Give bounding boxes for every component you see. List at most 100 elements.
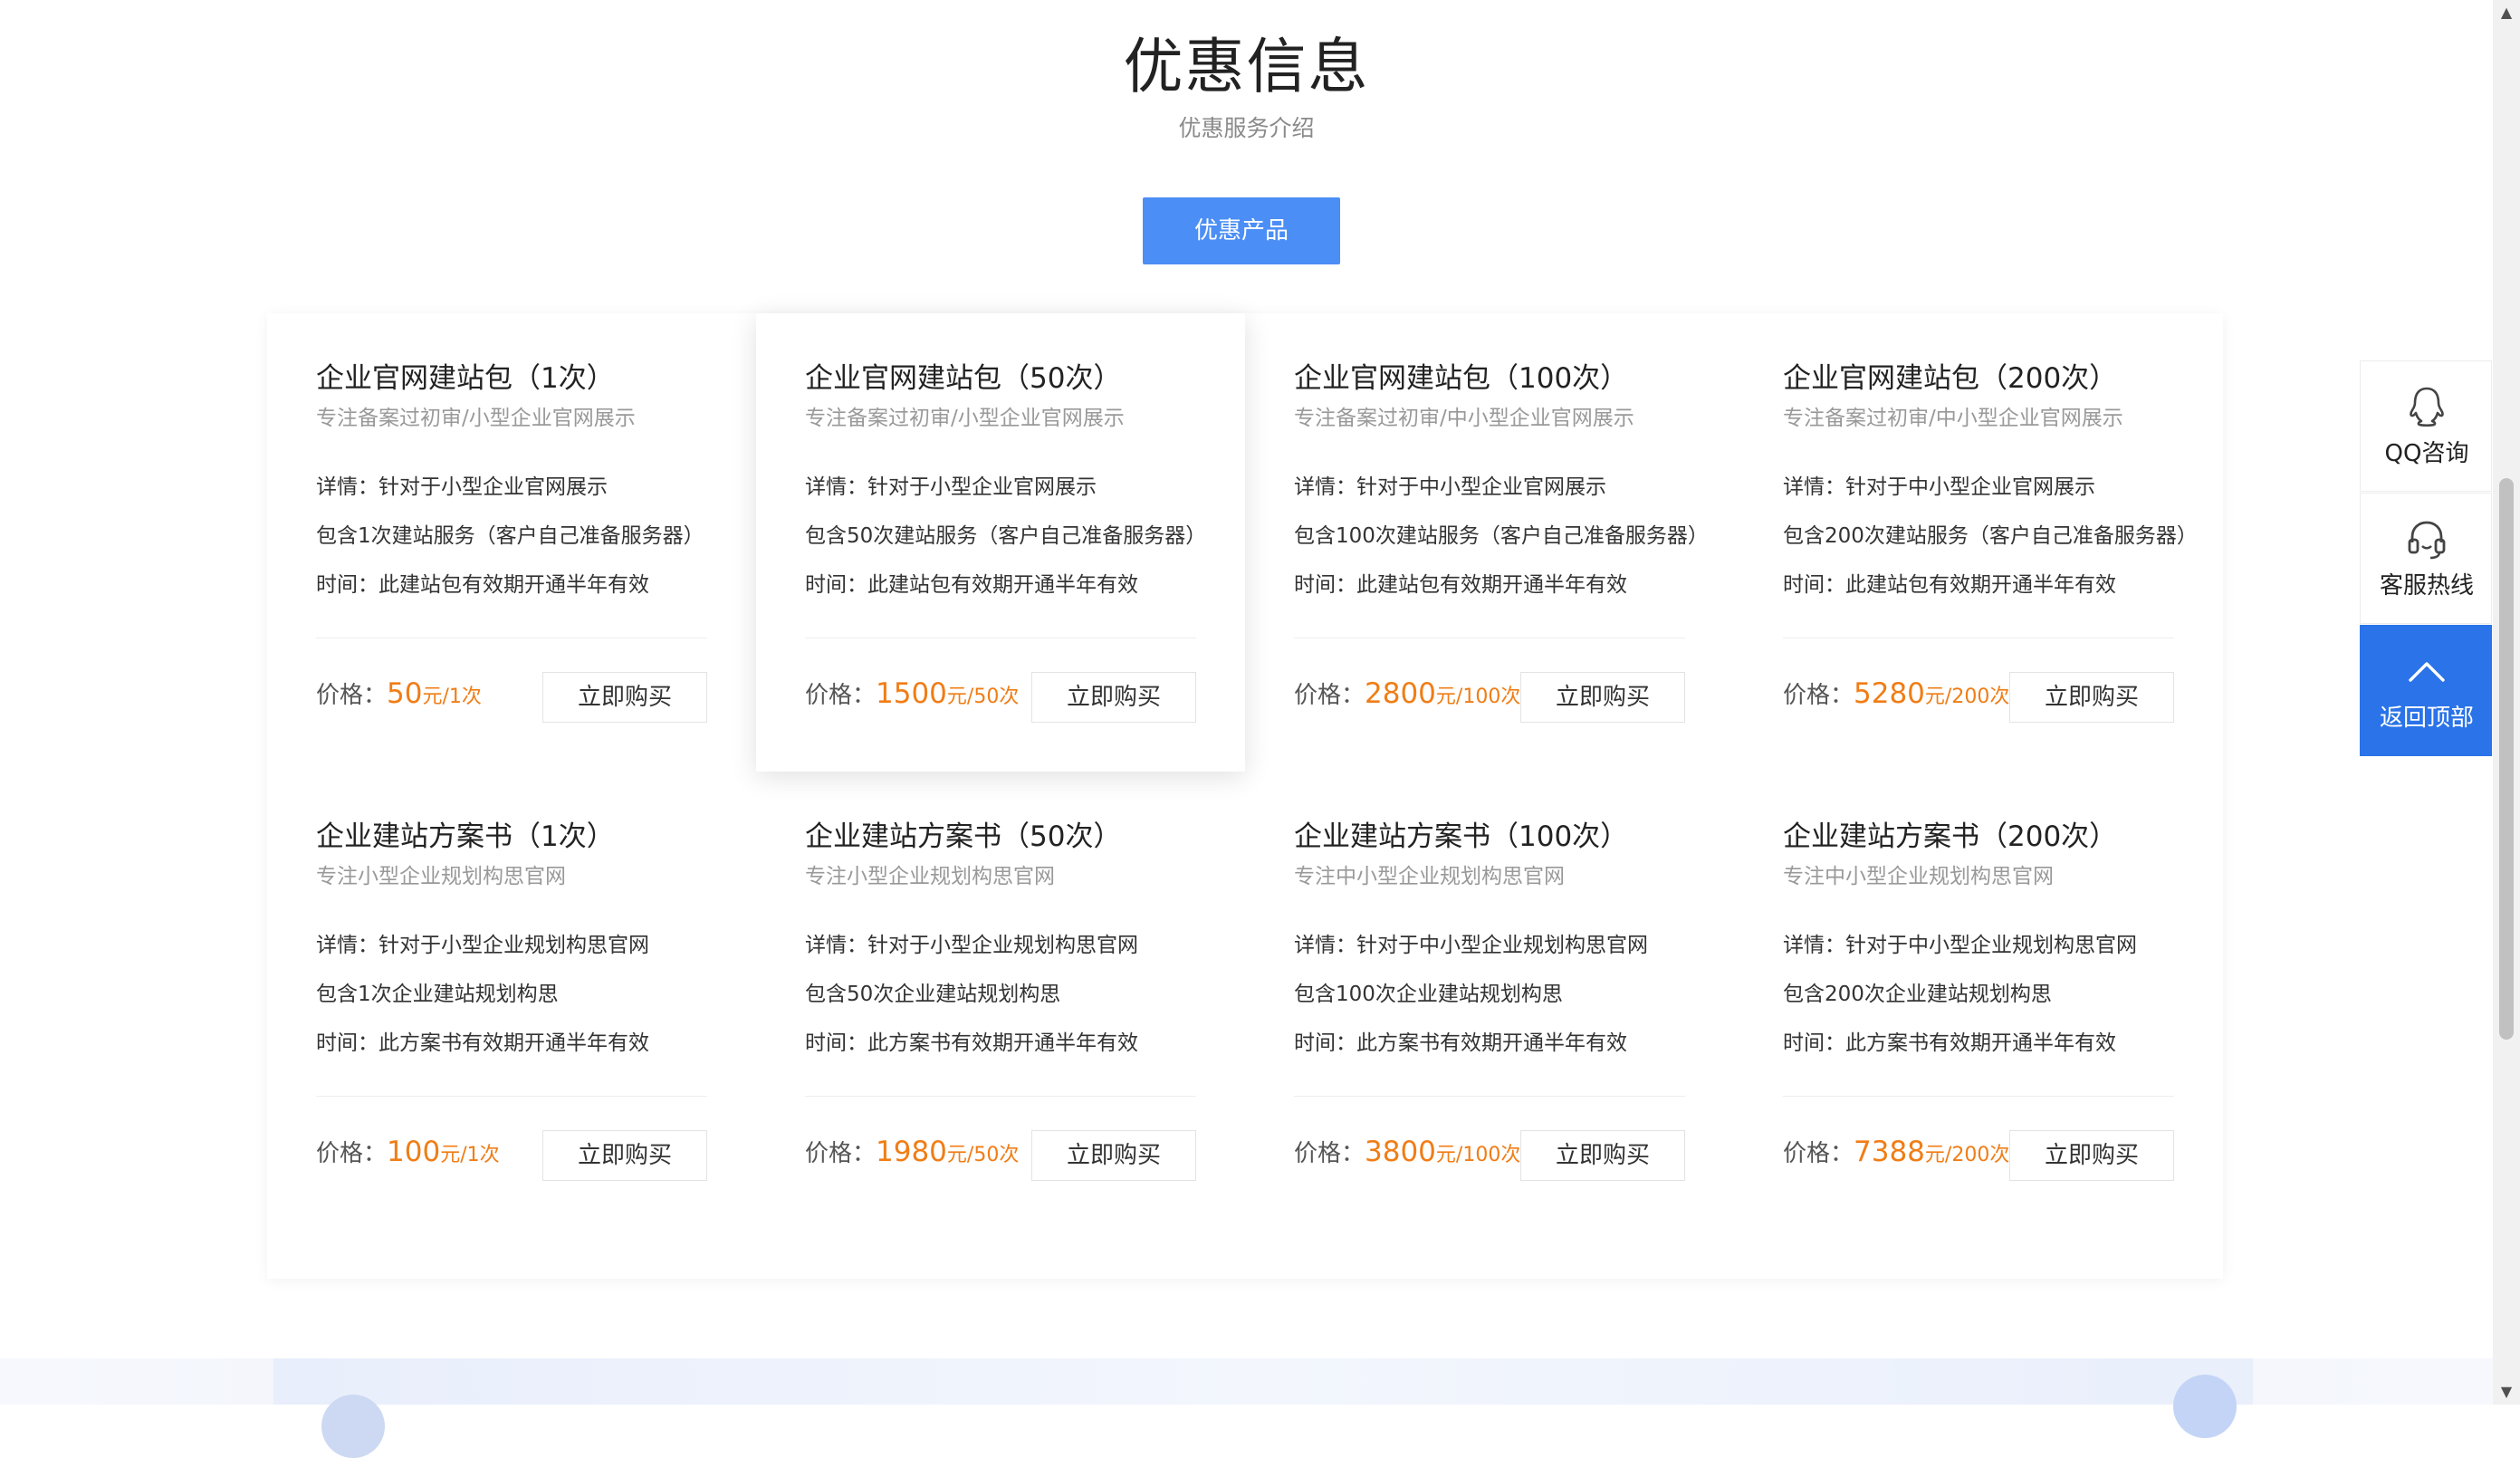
scroll-down-arrow-icon[interactable]: ▼ [2493, 1379, 2520, 1405]
buy-button[interactable]: 立即购买 [542, 1130, 707, 1181]
card-detail: 时间：此方案书有效期开通半年有效 [805, 1031, 1138, 1055]
hotline-label: 客服热线 [2379, 572, 2474, 600]
card-detail: 包含200次建站服务（客户自己准备服务器） [1783, 524, 2198, 548]
card-tagline: 专注备案过初审/中小型企业官网展示 [1783, 407, 2123, 430]
scroll-up-arrow-icon[interactable]: ▲ [2493, 0, 2520, 25]
price-value: 5280 [1854, 677, 1925, 710]
product-card: 企业官网建站包（50次） 专注备案过初审/小型企业官网展示 详情：针对于小型企业… [756, 313, 1245, 772]
card-price: 价格：5280元/200次 [1783, 674, 2009, 718]
product-card: 企业官网建站包（1次） 专注备案过初审/小型企业官网展示 详情：针对于小型企业官… [267, 313, 756, 772]
back-to-top-label: 返回顶部 [2379, 705, 2474, 732]
price-unit: 元/100次 [1435, 686, 1521, 708]
card-title: 企业官网建站包（1次） [316, 362, 615, 395]
card-title: 企业官网建站包（200次） [1783, 362, 2118, 395]
card-title: 企业建站方案书（100次） [1294, 820, 1629, 853]
card-detail: 时间：此建站包有效期开通半年有效 [805, 573, 1138, 597]
card-detail: 详情：针对于中小型企业官网展示 [1783, 475, 2095, 499]
card-tagline: 专注中小型企业规划构思官网 [1294, 865, 1565, 888]
card-detail: 包含1次企业建站规划构思 [316, 983, 559, 1006]
price-unit: 元/1次 [422, 686, 482, 708]
buy-button[interactable]: 立即购买 [1520, 672, 1685, 723]
price-value: 2800 [1365, 677, 1436, 710]
product-card: 企业官网建站包（200次） 专注备案过初审/中小型企业官网展示 详情：针对于中小… [1734, 313, 2223, 772]
card-tagline: 专注备案过初审/小型企业官网展示 [805, 407, 1125, 430]
section-subtitle: 优惠服务介绍 [1178, 115, 1315, 141]
price-value: 100 [387, 1136, 441, 1168]
price-value: 1980 [876, 1136, 947, 1168]
card-detail: 时间：此建站包有效期开通半年有效 [1783, 573, 2116, 597]
buy-button[interactable]: 立即购买 [1520, 1130, 1685, 1181]
price-label: 价格： [1783, 682, 1854, 709]
price-label: 价格： [1294, 682, 1365, 709]
card-detail: 包含100次企业建站规划构思 [1294, 983, 1563, 1006]
headset-icon [2408, 521, 2446, 560]
scrollbar-thumb[interactable] [2499, 478, 2514, 1040]
card-tagline: 专注小型企业规划构思官网 [805, 865, 1055, 888]
qq-icon [2410, 387, 2444, 427]
card-title: 企业建站方案书（200次） [1783, 820, 2118, 853]
price-value: 3800 [1365, 1136, 1436, 1168]
card-detail: 详情：针对于中小型企业规划构思官网 [1783, 934, 2137, 957]
price-value: 7388 [1854, 1136, 1925, 1168]
card-detail: 时间：此建站包有效期开通半年有效 [1294, 573, 1627, 597]
card-price: 价格：100元/1次 [316, 1132, 500, 1176]
back-to-top-button[interactable]: 返回顶部 [2360, 625, 2492, 756]
card-tagline: 专注小型企业规划构思官网 [316, 865, 566, 888]
price-label: 价格： [316, 682, 388, 709]
divider [1783, 1096, 2174, 1097]
page-scrollbar[interactable]: ▲ ▼ [2493, 0, 2520, 1405]
card-tagline: 专注备案过初审/小型企业官网展示 [316, 407, 636, 430]
price-value: 50 [387, 677, 423, 710]
card-detail: 包含100次建站服务（客户自己准备服务器） [1294, 524, 1709, 548]
price-unit: 元/1次 [440, 1144, 500, 1166]
card-detail: 详情：针对于小型企业官网展示 [805, 475, 1097, 499]
card-title: 企业官网建站包（50次） [805, 362, 1122, 395]
card-title: 企业建站方案书（50次） [805, 820, 1122, 853]
price-unit: 元/200次 [1924, 686, 2010, 708]
price-label: 价格： [1294, 1140, 1365, 1167]
product-grid: 企业官网建站包（1次） 专注备案过初审/小型企业官网展示 详情：针对于小型企业官… [267, 313, 2223, 1279]
product-card: 企业建站方案书（200次） 专注中小型企业规划构思官网 详情：针对于中小型企业规… [1734, 772, 2223, 1230]
qq-consult-button[interactable]: QQ咨询 [2360, 360, 2492, 492]
buy-button[interactable]: 立即购买 [542, 672, 707, 723]
qq-consult-label: QQ咨询 [2384, 440, 2469, 467]
card-detail: 时间：此方案书有效期开通半年有效 [316, 1031, 649, 1055]
card-detail: 详情：针对于小型企业官网展示 [316, 475, 608, 499]
chevron-up-icon [2409, 662, 2445, 682]
product-card: 企业建站方案书（1次） 专注小型企业规划构思官网 详情：针对于小型企业规划构思官… [267, 772, 756, 1230]
card-title: 企业官网建站包（100次） [1294, 362, 1629, 395]
product-card: 企业官网建站包（100次） 专注备案过初审/中小型企业官网展示 详情：针对于中小… [1245, 313, 1734, 772]
divider [316, 1096, 707, 1097]
price-unit: 元/100次 [1435, 1144, 1521, 1166]
next-section-banner [273, 1358, 2253, 1405]
price-unit: 元/50次 [946, 686, 1020, 708]
section-title: 优惠信息 [1123, 32, 1370, 101]
buy-button[interactable]: 立即购买 [1031, 672, 1196, 723]
price-unit: 元/50次 [946, 1144, 1020, 1166]
divider [805, 1096, 1196, 1097]
card-detail: 详情：针对于中小型企业规划构思官网 [1294, 934, 1648, 957]
price-label: 价格： [316, 1140, 388, 1167]
card-detail: 包含50次建站服务（客户自己准备服务器） [805, 524, 1207, 548]
card-price: 价格：7388元/200次 [1783, 1132, 2009, 1176]
price-label: 价格： [805, 1140, 877, 1167]
card-tagline: 专注备案过初审/中小型企业官网展示 [1294, 407, 1634, 430]
product-card: 企业建站方案书（100次） 专注中小型企业规划构思官网 详情：针对于中小型企业规… [1245, 772, 1734, 1230]
card-price: 价格：50元/1次 [316, 674, 482, 718]
price-label: 价格： [805, 682, 877, 709]
card-detail: 包含1次建站服务（客户自己准备服务器） [316, 524, 704, 548]
card-tagline: 专注中小型企业规划构思官网 [1783, 865, 2054, 888]
card-detail: 详情：针对于小型企业规划构思官网 [805, 934, 1138, 957]
card-price: 价格：1980元/50次 [805, 1132, 1019, 1176]
product-card: 企业建站方案书（50次） 专注小型企业规划构思官网 详情：针对于小型企业规划构思… [756, 772, 1245, 1230]
card-detail: 详情：针对于小型企业规划构思官网 [316, 934, 649, 957]
buy-button[interactable]: 立即购买 [2009, 672, 2174, 723]
card-title: 企业建站方案书（1次） [316, 820, 615, 853]
price-label: 价格： [1783, 1140, 1854, 1167]
card-detail: 时间：此方案书有效期开通半年有效 [1783, 1031, 2116, 1055]
hotline-button[interactable]: 客服热线 [2360, 493, 2492, 624]
buy-button[interactable]: 立即购买 [2009, 1130, 2174, 1181]
price-value: 1500 [876, 677, 947, 710]
buy-button[interactable]: 立即购买 [1031, 1130, 1196, 1181]
tab-discount-products[interactable]: 优惠产品 [1143, 197, 1340, 264]
